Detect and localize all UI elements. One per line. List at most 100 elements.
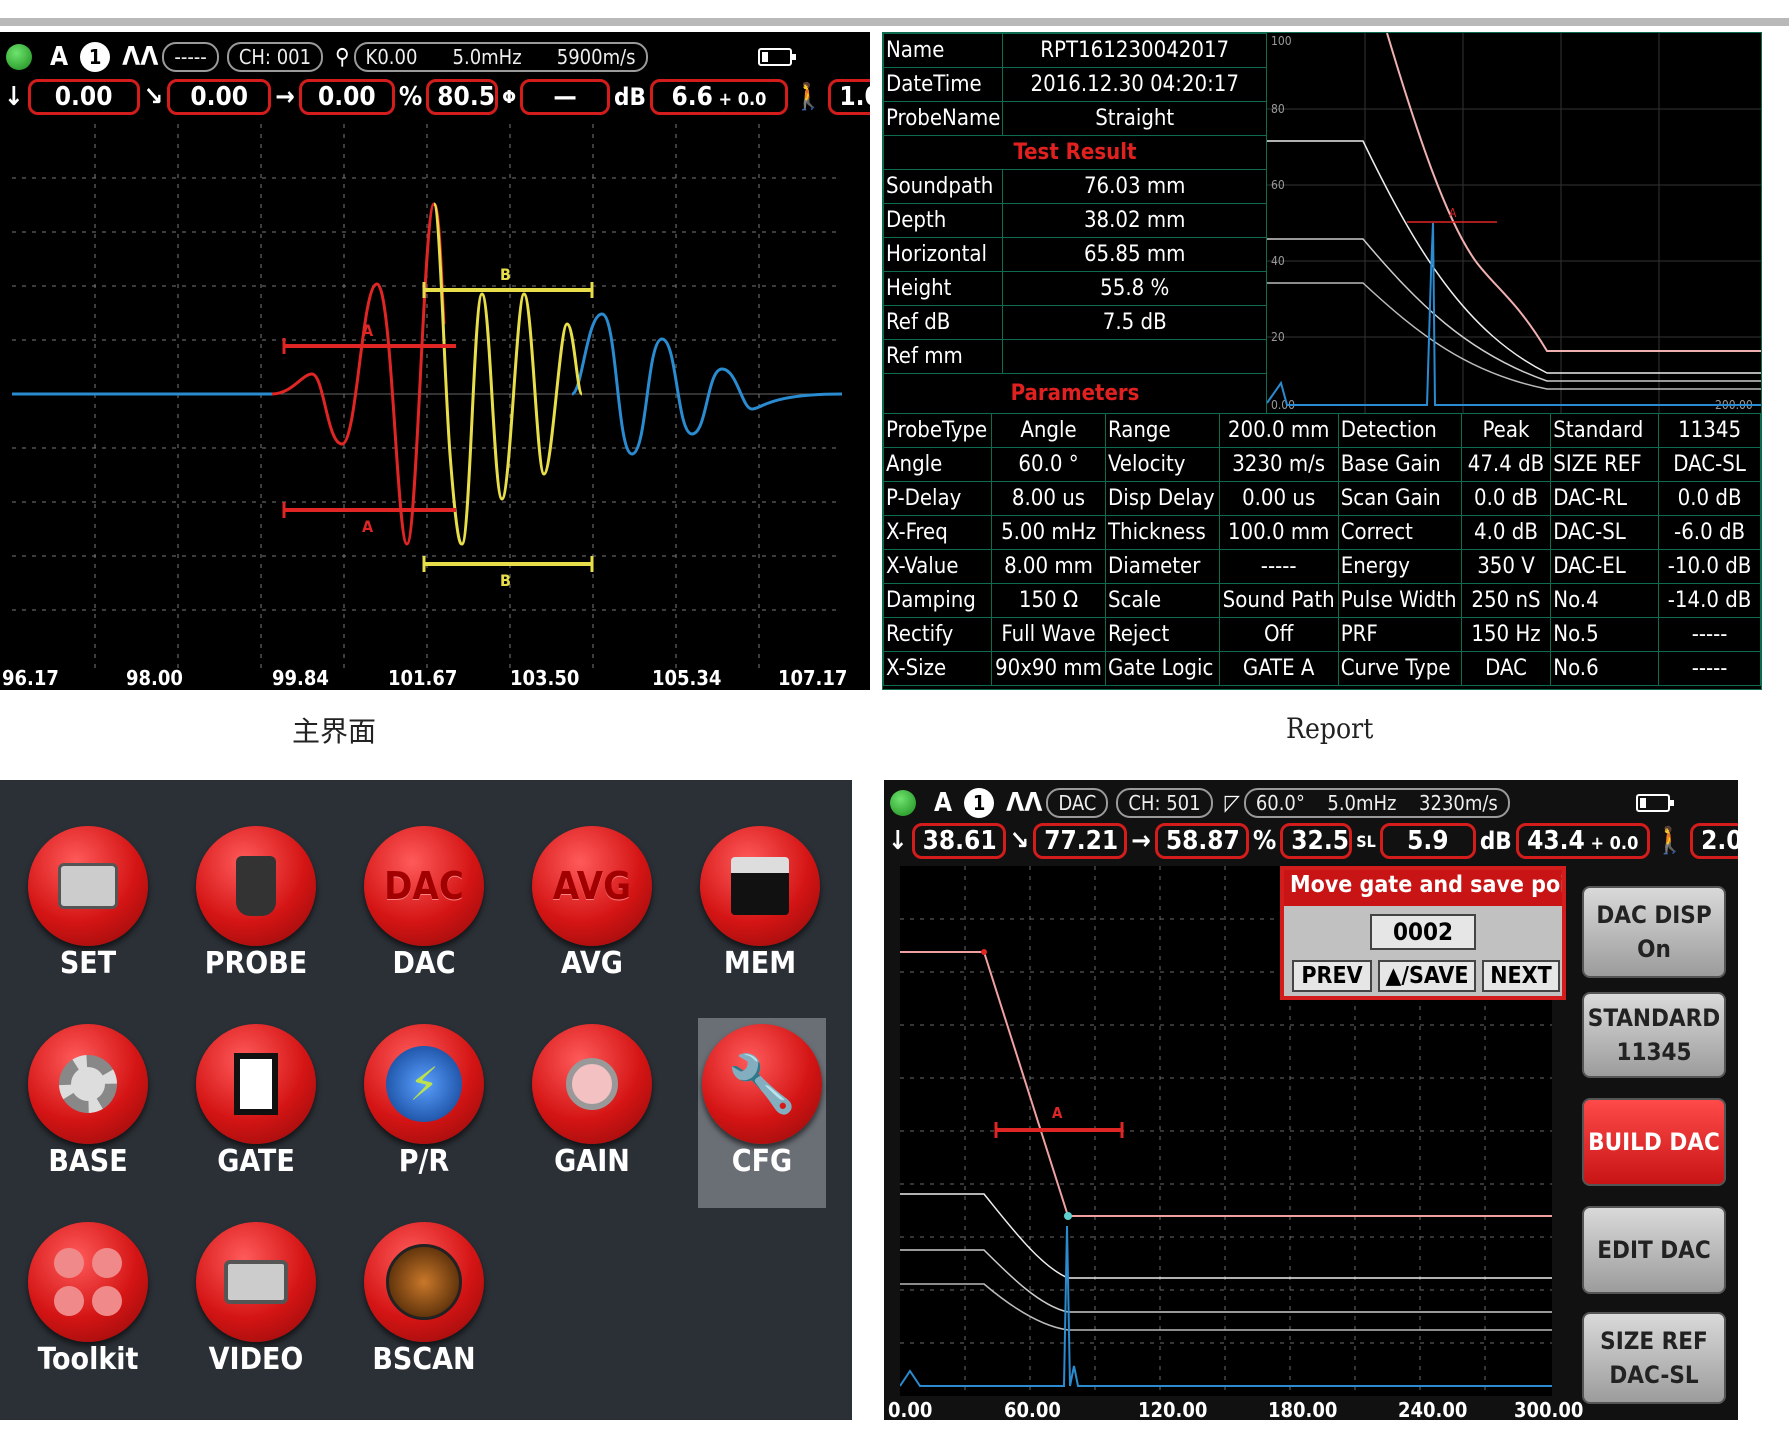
report-header-table: Name RPT161230042017 DateTime 2016.12.30 0… [882,33,1267,414]
rep-name-value: RPT161230042017 [1002,33,1267,68]
param-label: Base Gain [1337,447,1462,482]
dac-disp-label: DAC DISP [1596,901,1712,929]
probe-transducer-icon [196,826,316,946]
param-value: 8.00 mm [991,549,1106,584]
param-value: Sound Path [1218,583,1339,618]
edit-dac-button[interactable]: EDIT DAC [1582,1206,1726,1294]
param-label: Range [1104,413,1220,448]
param-label: Reject [1104,617,1220,652]
dac-reading-pct: 32.5 [1280,823,1353,859]
param-label: No.6 [1550,651,1660,686]
prev-button[interactable]: PREV [1292,960,1372,992]
rep-height-value: 55.8 % [1002,271,1267,306]
standard-label: STANDARD [1587,1004,1721,1032]
caption-main: 主界面 [292,715,377,748]
menu-item-base[interactable]: BASE [4,1018,172,1208]
param-value: 150 Hz [1460,617,1552,652]
param-label: DAC-EL [1550,549,1660,584]
menu-item-mem[interactable]: MEM [676,820,844,1010]
report-panel: Name RPT161230042017 DateTime 2016.12.30 0… [882,32,1762,690]
menu-label-gate: GATE [217,1144,295,1179]
menu-item-avg[interactable]: AVG AVG [508,820,676,1010]
gain-box[interactable]: 6.6 + 0.0 [649,79,788,115]
menu-label-cfg: CFG [731,1144,793,1179]
save-point-dialog: Move gate and save poi 0002 PREV ▲/SAVE … [1280,866,1566,1000]
gate-a-lower[interactable]: A [282,502,456,536]
param-value: 0.0 dB [1658,481,1761,516]
save-button[interactable]: ▲/SAVE [1378,960,1476,992]
diagonal-arrow-icon: ↘ [143,82,164,112]
ascan-plot[interactable]: A A B B [12,124,842,668]
param-label: Rectify [882,617,993,652]
menu-item-cfg[interactable]: 🔧 CFG [698,1018,826,1208]
gate-a-upper[interactable]: A [282,321,456,354]
param-label: Scale [1104,583,1220,618]
menu-item-bscan[interactable]: BSCAN [340,1216,508,1406]
menu-item-probe[interactable]: PROBE [172,820,340,1010]
dac-angle-value: 60.0° [1255,791,1305,815]
param-label: Curve Type [1337,651,1462,686]
axis-tick-3: 99.84 [272,666,329,690]
dac-disp-button[interactable]: DAC DISP On [1582,886,1726,978]
param-label: Disp Delay [1104,481,1220,516]
dac-axis-tick-5: 240.00 [1398,1398,1468,1420]
param-value: Off [1218,617,1339,652]
probe-pill[interactable]: K0.00 5.0mHz 5900m/s [353,42,648,72]
point-number-field[interactable]: 0002 [1370,914,1476,950]
param-value: ----- [1218,549,1339,584]
rep-y-80: 80 [1271,102,1285,116]
rep-soundpath-value: 76.03 mm [1002,169,1267,204]
menu-item-dac[interactable]: DAC DAC [340,820,508,1010]
magnifier-icon [532,1024,652,1144]
size-ref-value: DAC-SL [1609,1361,1699,1389]
param-label: P-Delay [882,481,993,516]
frequency-value: 5.0mHz [452,45,522,69]
gate-b-upper[interactable]: B [422,265,594,298]
param-value: 5.00 mHz [991,515,1106,550]
dac-probe-pill[interactable]: 60.0° 5.0mHz 3230m/s [1243,788,1510,818]
status-bar: A 1 ΛΛ ----- CH: 001 ⚲ K0.00 5.0mHz 5900… [0,38,796,76]
main-screen-panel: A 1 ΛΛ ----- CH: 001 ⚲ K0.00 5.0mHz 5900… [0,32,870,690]
rep-refmm-label: Ref mm [882,339,1004,374]
dac-channel-pill[interactable]: CH: 501 [1116,788,1213,818]
soundpath-arrow-icon: ↓ [4,82,24,112]
rep-depth-label: Depth [882,203,1004,238]
menu-item-set[interactable]: SET [4,820,172,1010]
rep-name-label: Name [882,33,1004,68]
avg-icon: AVG [532,826,652,946]
function-menu-panel: SET PROBE DAC DAC AVG AVG MEM BASE GATE ⚡ P… [0,780,852,1420]
menu-item-toolkit[interactable]: Toolkit [4,1216,172,1406]
menu-item-gate[interactable]: GATE [172,1018,340,1208]
standard-button[interactable]: STANDARD 11345 [1582,992,1726,1078]
gate-b-lower[interactable]: B [422,556,594,590]
gain-offset: + 0.0 [712,89,767,110]
param-label: Velocity [1104,447,1220,482]
param-label: Pulse Width [1337,583,1462,618]
dac-axis-tick-1: 0.00 [888,1398,933,1420]
walker-icon: 🚶 [791,82,825,112]
param-value: 100.0 mm [1218,515,1339,550]
menu-item-pr[interactable]: ⚡ P/R [340,1018,508,1208]
build-dac-label: BUILD DAC [1588,1128,1720,1156]
dac-percent-icon: % [1252,826,1277,856]
caption-report: Report [1286,712,1374,745]
dac-gain-box[interactable]: 43.4 + 0.0 [1515,823,1650,859]
report-params-table: ProbeType Angle Range 200.0 mm Detection Peak… [882,413,1761,686]
param-label: Detection [1337,413,1462,448]
param-label: Energy [1337,549,1462,584]
menu-label-toolkit: Toolkit [37,1342,139,1377]
build-dac-button[interactable]: BUILD DAC [1582,1098,1726,1186]
next-button[interactable]: NEXT [1482,960,1560,992]
door-icon [196,1024,316,1144]
dac-reading-3: 58.87 [1154,823,1249,859]
reading-height: 80.5 [426,79,499,115]
param-value: Angle [991,413,1106,448]
param-value: 11345 [1658,413,1761,448]
channel-pill[interactable]: CH: 001 [226,42,324,72]
menu-item-video[interactable]: VIDEO [172,1216,340,1406]
size-ref-button[interactable]: SIZE REF DAC-SL [1582,1312,1726,1404]
step-value[interactable]: 1.0 [828,79,870,115]
menu-item-gain[interactable]: GAIN [508,1018,676,1208]
menu-label-dac: DAC [392,946,456,981]
dac-step-value[interactable]: 2.0 [1690,823,1738,859]
